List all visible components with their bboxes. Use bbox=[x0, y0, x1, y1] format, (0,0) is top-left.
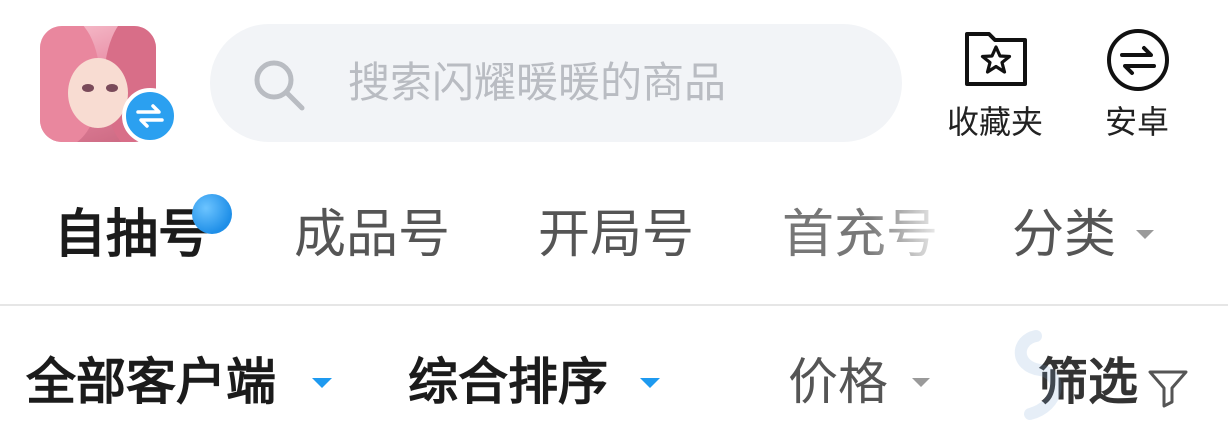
tab-category[interactable]: 分类 bbox=[1012, 202, 1116, 268]
category-dropdown-icon bbox=[1136, 230, 1154, 239]
price-dropdown-icon bbox=[912, 378, 930, 387]
switch-game-button[interactable] bbox=[122, 88, 178, 144]
star-folder-icon bbox=[965, 32, 1027, 86]
price-filter[interactable]: 价格 bbox=[788, 350, 888, 414]
tab-finished-account[interactable]: 成品号 bbox=[294, 202, 450, 268]
tab-starter-account[interactable]: 开局号 bbox=[538, 202, 694, 268]
platform-android-button[interactable]: 安卓 bbox=[1082, 24, 1192, 144]
tab-first-recharge[interactable]: 首充号 bbox=[782, 202, 938, 268]
search-placeholder: 搜索闪耀暖暖的商品 bbox=[348, 58, 727, 107]
favorites-button[interactable]: 收藏夹 bbox=[940, 24, 1050, 144]
search-icon bbox=[254, 60, 305, 111]
category-tabs: 自抽号 成品号 开局号 首充号 分类 bbox=[0, 168, 1228, 304]
swap-circle-icon bbox=[1107, 29, 1169, 91]
sort-filter[interactable]: 综合排序 bbox=[408, 350, 608, 414]
tab-self-draw[interactable]: 自抽号 bbox=[54, 202, 210, 268]
new-dot-badge bbox=[192, 194, 232, 234]
favorites-label: 收藏夹 bbox=[946, 103, 1043, 141]
watermark-logo bbox=[1014, 330, 1062, 420]
client-dropdown-icon bbox=[312, 378, 332, 388]
client-filter[interactable]: 全部客户端 bbox=[26, 350, 276, 414]
top-bar: 搜索闪耀暖暖的商品 收藏夹 安卓 bbox=[0, 0, 1228, 160]
platform-label: 安卓 bbox=[1104, 103, 1169, 141]
swap-arrows-icon bbox=[136, 104, 164, 128]
sort-dropdown-icon bbox=[640, 378, 660, 388]
search-bar[interactable]: 搜索闪耀暖暖的商品 bbox=[210, 24, 902, 142]
